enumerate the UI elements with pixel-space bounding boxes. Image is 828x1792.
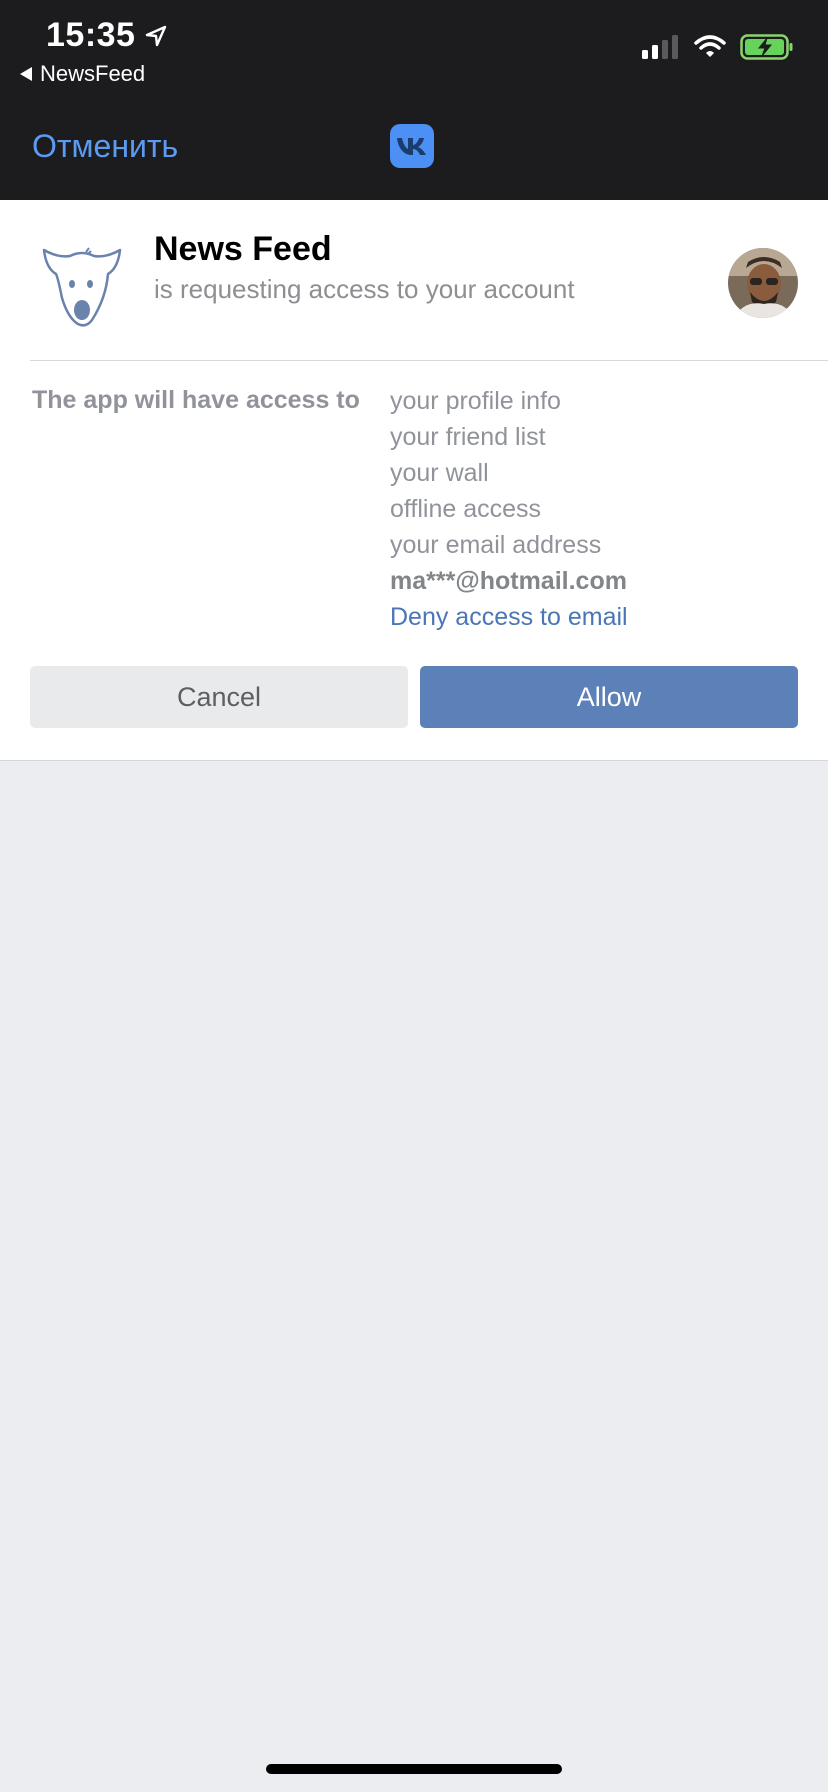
permission-item: your friend list [390, 423, 546, 451]
request-subtitle: is requesting access to your account [154, 274, 575, 304]
home-indicator[interactable] [266, 1764, 562, 1774]
top-bar: 15:35 NewsFeed Отменить [0, 0, 828, 200]
permission-item: your email address [390, 531, 602, 559]
auth-sheet: News Feed is requesting access to your a… [0, 200, 828, 761]
battery-charging-icon [740, 34, 793, 60]
wifi-icon [694, 35, 726, 57]
location-arrow-icon [146, 25, 167, 46]
back-to-app-link[interactable]: NewsFeed [20, 61, 145, 87]
allow-button[interactable]: Allow [420, 666, 798, 728]
back-app-label: NewsFeed [40, 61, 146, 86]
app-name: News Feed [154, 230, 332, 268]
cancel-button[interactable]: Cancel [30, 666, 408, 728]
deny-email-link[interactable]: Deny access to email [390, 602, 628, 638]
status-icons [642, 34, 794, 60]
cancel-nav-button[interactable]: Отменить [32, 128, 178, 165]
permission-list: your profile info your friend list your … [390, 386, 628, 638]
divider [30, 360, 828, 361]
status-time-group: 15:35 [46, 16, 167, 55]
access-label: The app will have access to [32, 386, 360, 414]
app-dog-icon [40, 238, 124, 328]
cellular-signal-icon [642, 35, 678, 59]
user-avatar [728, 248, 798, 318]
back-triangle-icon [20, 67, 32, 81]
permission-item: your wall [390, 459, 489, 487]
status-time: 15:35 [46, 16, 136, 54]
masked-email: ma***@hotmail.com [390, 567, 627, 595]
permission-item: offline access [390, 495, 542, 523]
permission-item: your profile info [390, 387, 561, 415]
vk-logo-icon [390, 124, 434, 168]
